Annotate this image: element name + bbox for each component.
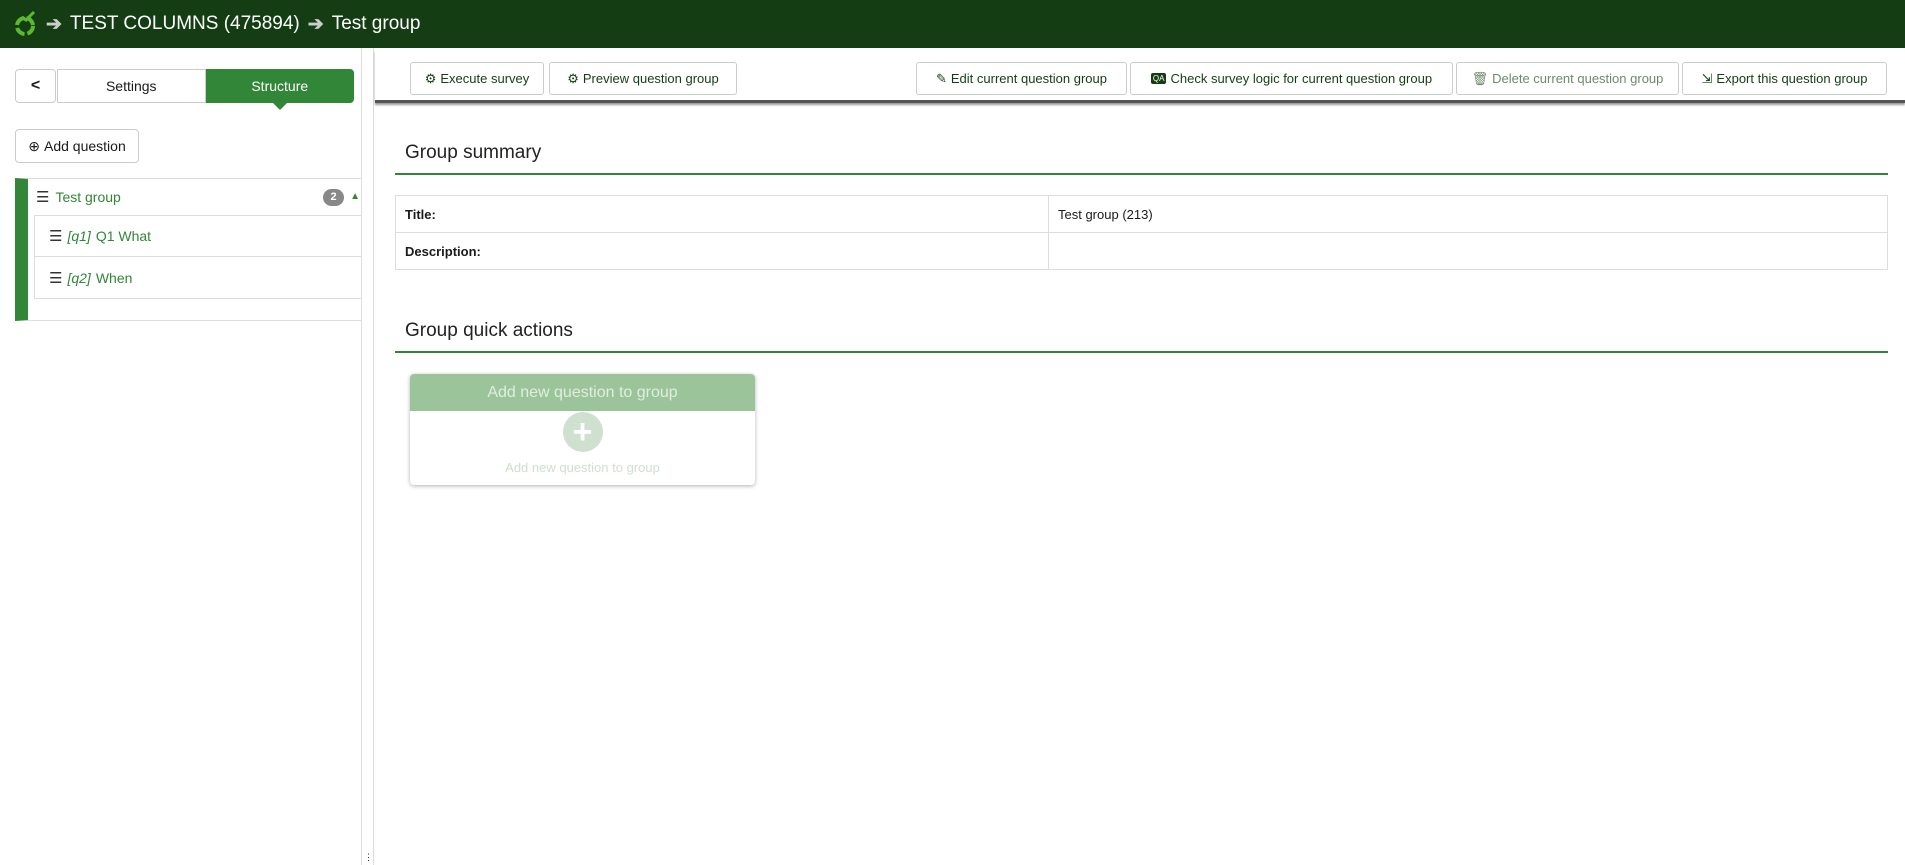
execute-survey-label: Execute survey — [440, 71, 530, 86]
tab-settings[interactable]: Settings — [57, 69, 206, 103]
card-title: Add new question to group — [410, 374, 755, 411]
breadcrumb-group: Test group — [331, 13, 421, 34]
table-row: Description: — [395, 232, 1888, 270]
title-value: Test group (213) — [1048, 195, 1888, 233]
group-name[interactable]: Test group — [55, 189, 120, 205]
check-survey-logic-button[interactable]: QA Check survey logic for current questio… — [1130, 62, 1453, 95]
export-question-group-button[interactable]: ⇲ Export this question group — [1682, 62, 1887, 95]
trash-icon: 🗑 — [1471, 70, 1489, 86]
gear-icon: ⚙ — [567, 70, 579, 86]
tree-question-item[interactable]: ☰ [q1] Q1 What — [34, 215, 362, 257]
title-label: Title: — [395, 195, 1049, 233]
collapse-sidebar-button[interactable]: < — [15, 69, 56, 103]
breadcrumb-arrow-icon: ➔ — [307, 13, 324, 35]
preview-label: Preview question group — [582, 71, 719, 86]
drag-handle-icon[interactable]: ☰ — [49, 269, 62, 287]
sidebar-resize-handle[interactable]: ⋮ — [362, 48, 374, 865]
heading-divider — [395, 351, 1888, 353]
drag-handle-icon[interactable]: ☰ — [49, 227, 62, 245]
drag-handle-icon[interactable]: ☰ — [36, 188, 49, 206]
card-text: Add new question to group — [505, 460, 660, 475]
add-question-to-group-card[interactable]: Add new question to group + Add new ques… — [410, 374, 755, 485]
add-question-label: Add question — [44, 138, 126, 154]
preview-question-group-button[interactable]: ⚙ Preview question group — [549, 62, 737, 95]
edit-question-group-button[interactable]: ✎ Edit current question group — [916, 62, 1127, 95]
heading-divider — [395, 173, 1888, 175]
group-summary-heading: Group summary — [405, 142, 542, 163]
collapse-caret-icon[interactable]: ▲ — [350, 191, 360, 202]
description-value — [1048, 232, 1888, 270]
table-row: Title: Test group (213) — [395, 195, 1888, 233]
check-label: Check survey logic for current question … — [1170, 71, 1433, 86]
tree-group-item[interactable]: ☰ Test group 2 ▲ — [28, 179, 362, 215]
tree-question-item[interactable]: ☰ [q2] When — [34, 257, 362, 299]
export-label: Export this question group — [1716, 71, 1868, 86]
limesurvey-logo-icon[interactable] — [14, 11, 38, 37]
question-count-badge: 2 — [323, 189, 344, 206]
plus-circle-icon: + — [562, 412, 603, 452]
question-tree: ☰ Test group 2 ▲ ☰ [q1] Q1 What ☰ [q2] W… — [15, 178, 362, 321]
breadcrumb-arrow-icon: ➔ — [46, 13, 62, 35]
tab-structure[interactable]: Structure — [205, 69, 354, 110]
sidebar — [0, 48, 362, 865]
edit-label: Edit current question group — [950, 71, 1107, 86]
question-code: [q1] — [67, 228, 91, 244]
pencil-icon: ✎ — [935, 70, 947, 86]
plus-circle-icon: ⊕ — [28, 137, 40, 154]
question-code: [q2] — [67, 269, 91, 286]
execute-survey-button[interactable]: ⚙ Execute survey — [410, 62, 544, 95]
delete-label: Delete current question group — [1492, 71, 1664, 86]
group-quick-actions-heading: Group quick actions — [405, 320, 573, 341]
delete-question-group-button[interactable]: 🗑 Delete current question group — [1456, 62, 1679, 95]
gear-icon: ⚙ — [424, 70, 437, 86]
top-bar: ➔ TEST COLUMNS (475894) ➔ Test group — [0, 0, 1905, 48]
export-icon: ⇲ — [1701, 70, 1713, 86]
qa-icon: QA — [1150, 73, 1167, 84]
breadcrumb-survey[interactable]: TEST COLUMNS (475894) — [70, 13, 300, 35]
question-title: When — [95, 269, 133, 286]
toolbar: ⚙ Execute survey ⚙ Preview question group … — [375, 50, 1905, 103]
question-title: Q1 What — [95, 228, 152, 244]
group-summary-table: Title: Test group (213) Description: — [395, 195, 1888, 270]
add-question-button[interactable]: ⊕ Add question — [15, 129, 139, 163]
sidebar-tabs: < Settings Structure — [15, 69, 354, 110]
description-label: Description: — [395, 232, 1049, 270]
